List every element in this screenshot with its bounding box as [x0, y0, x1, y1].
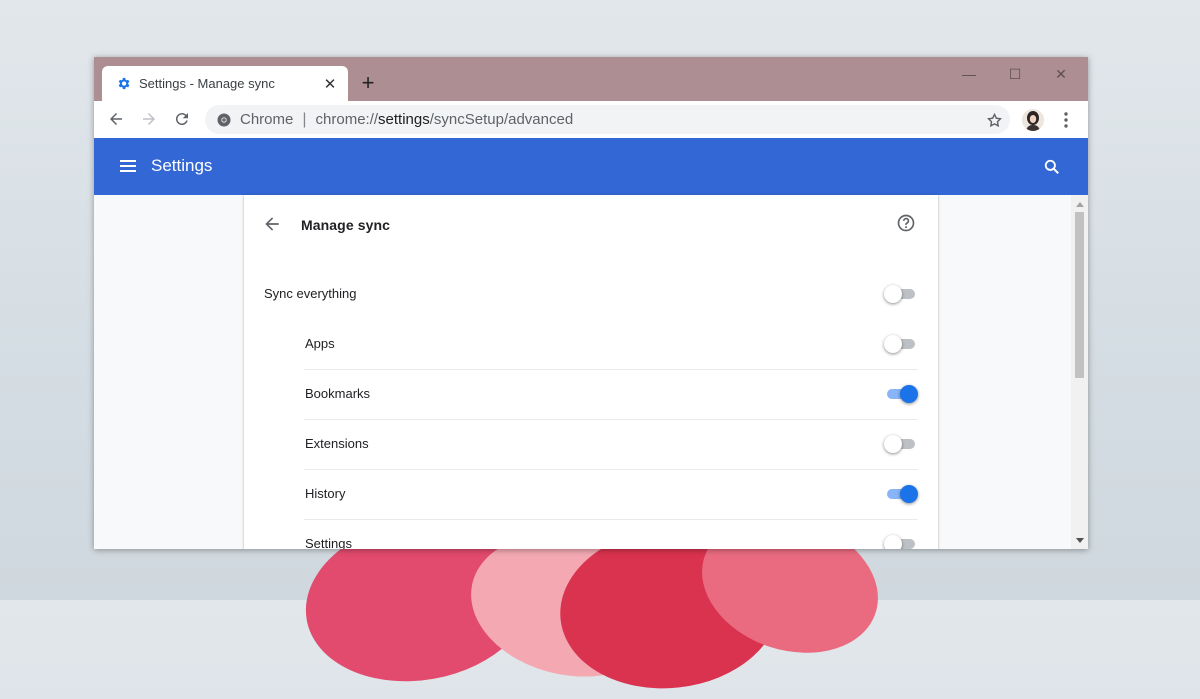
- sync-row-label: Sync everything: [264, 286, 357, 301]
- browser-toolbar: Chrome | chrome://settings/syncSetup/adv…: [94, 101, 1088, 139]
- browser-window: Settings - Manage sync ✕ + — ☐ ✕ Chrome …: [94, 57, 1088, 549]
- card-header: Manage sync: [244, 195, 938, 255]
- scrollbar-thumb[interactable]: [1075, 212, 1084, 378]
- scrollbar[interactable]: [1071, 195, 1088, 549]
- minimize-button[interactable]: —: [946, 63, 992, 85]
- toggle-knob: [884, 285, 902, 303]
- settings-header: Settings: [94, 138, 1088, 195]
- title-bar: Settings - Manage sync ✕ + — ☐ ✕: [94, 57, 1088, 101]
- row-divider: [304, 419, 918, 420]
- row-divider: [304, 519, 918, 520]
- toggle-knob: [884, 535, 902, 549]
- more-options-icon[interactable]: [1056, 108, 1076, 132]
- back-arrow-icon: [110, 113, 122, 125]
- sync-row: Bookmarks: [244, 369, 938, 419]
- sync-row: Sync everything: [244, 269, 938, 319]
- bookmark-star-icon[interactable]: [984, 110, 1004, 130]
- toggle-knob: [884, 435, 902, 453]
- tab-title: Settings - Manage sync: [139, 76, 275, 91]
- toggle-knob: [900, 385, 918, 403]
- url-text: chrome://settings/syncSetup/advanced: [315, 111, 574, 128]
- row-divider: [304, 469, 918, 470]
- back-arrow-icon[interactable]: [262, 214, 284, 236]
- address-bar[interactable]: Chrome | chrome://settings/syncSetup/adv…: [205, 105, 1010, 134]
- hamburger-menu-icon[interactable]: [118, 156, 138, 176]
- gear-icon: [115, 76, 131, 92]
- close-tab-icon[interactable]: ✕: [318, 72, 342, 96]
- manage-sync-card: Manage sync Sync everything Apps Bookmarks…: [244, 195, 938, 549]
- page-title: Settings: [151, 156, 213, 175]
- sync-row-label: Settings: [305, 536, 352, 549]
- help-icon[interactable]: [896, 213, 918, 235]
- scroll-down-icon[interactable]: [1071, 533, 1088, 547]
- search-icon[interactable]: [1042, 157, 1062, 177]
- sync-row-label: Apps: [305, 336, 335, 351]
- sync-row-label: History: [305, 486, 346, 501]
- content-area: Manage sync Sync everything Apps Bookmarks…: [94, 195, 1088, 549]
- toggle-knob: [900, 485, 918, 503]
- close-window-button[interactable]: ✕: [1038, 63, 1084, 85]
- manage-sync-title: Manage sync: [301, 217, 391, 233]
- sync-row-label: Bookmarks: [305, 386, 371, 401]
- avatar[interactable]: [1022, 109, 1044, 131]
- sync-toggle[interactable]: [884, 485, 918, 503]
- forward-button[interactable]: [136, 106, 162, 132]
- scroll-up-icon[interactable]: [1071, 197, 1088, 211]
- sync-toggle[interactable]: [884, 335, 918, 353]
- sync-row-label: Extensions: [305, 436, 369, 451]
- sync-row: Apps: [244, 319, 938, 369]
- maximize-button[interactable]: ☐: [992, 63, 1038, 85]
- sync-toggle[interactable]: [884, 535, 918, 549]
- chrome-icon: [217, 113, 231, 127]
- sync-row: Settings: [244, 519, 938, 549]
- reload-icon: [175, 113, 188, 126]
- forward-arrow-icon: [143, 113, 155, 125]
- sync-row: Extensions: [244, 419, 938, 469]
- sync-row: History: [244, 469, 938, 519]
- sync-toggle[interactable]: [884, 385, 918, 403]
- row-divider: [304, 369, 918, 370]
- back-button[interactable]: [103, 106, 129, 132]
- toggle-knob: [884, 335, 902, 353]
- sync-toggle[interactable]: [884, 285, 918, 303]
- reload-button[interactable]: [169, 106, 195, 132]
- new-tab-button[interactable]: +: [356, 70, 380, 95]
- sync-toggle[interactable]: [884, 435, 918, 453]
- tab-settings[interactable]: Settings - Manage sync ✕: [102, 66, 348, 101]
- url-separator: |: [302, 110, 307, 128]
- scheme-label: Chrome: [240, 111, 294, 128]
